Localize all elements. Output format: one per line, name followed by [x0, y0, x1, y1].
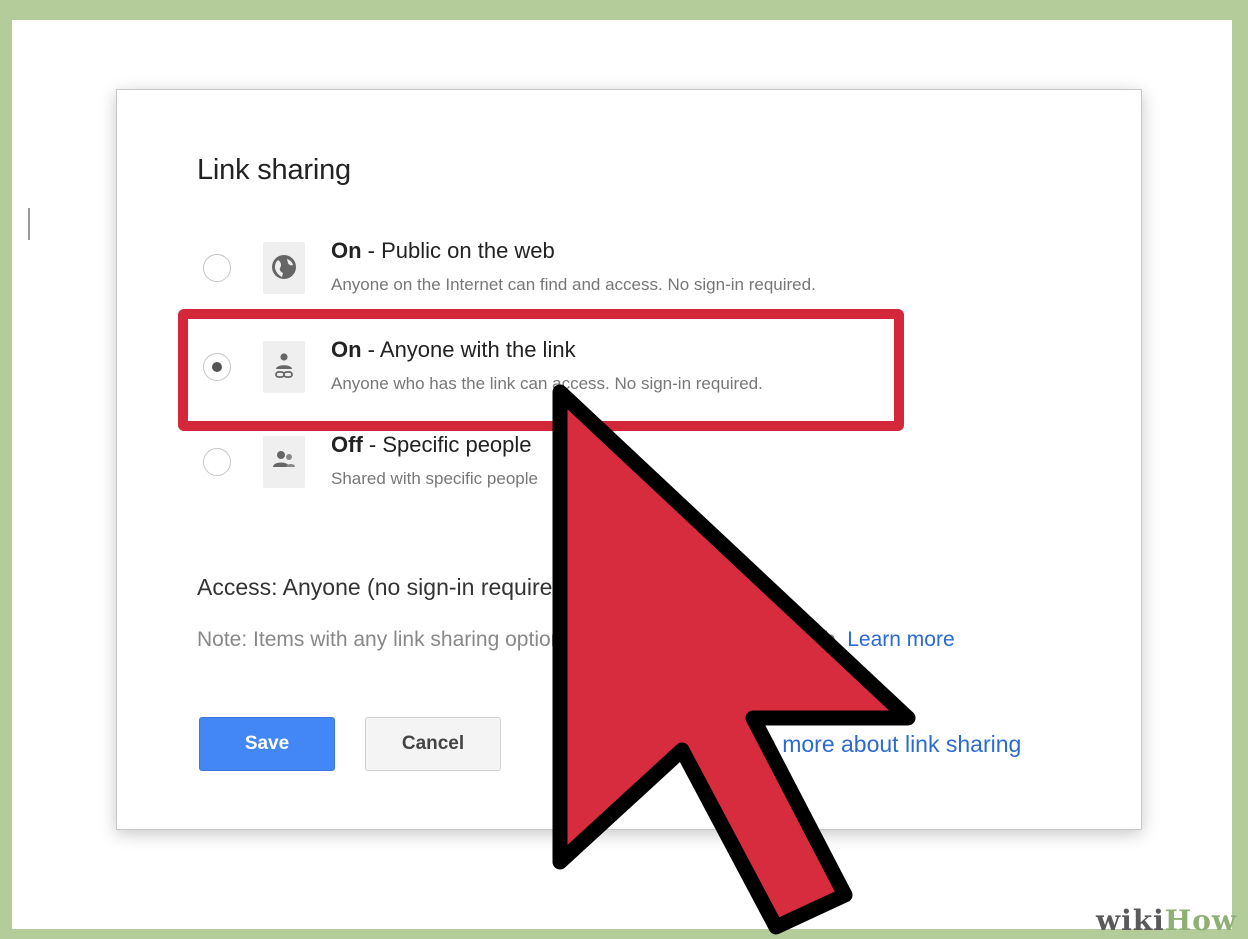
watermark-wiki: wiki — [1096, 904, 1165, 937]
wikihow-watermark: wikiHow — [1096, 904, 1237, 937]
watermark-how: How — [1164, 904, 1238, 937]
arrow-cursor-icon — [552, 384, 916, 935]
